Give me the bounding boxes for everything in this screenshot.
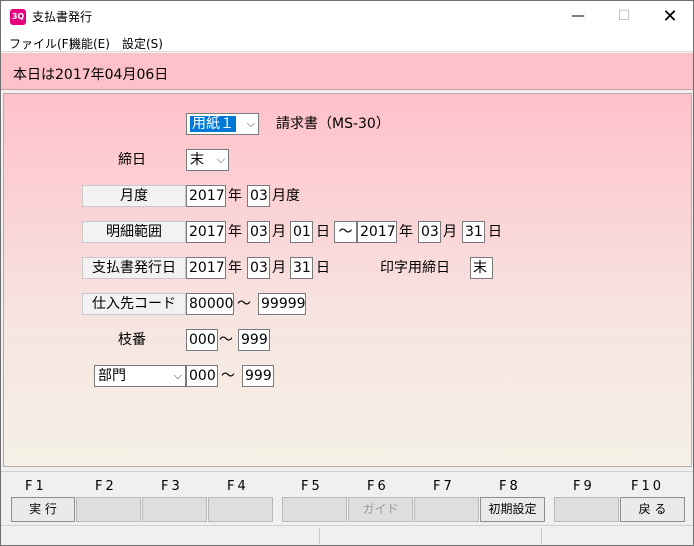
month-char: 月 (443, 224, 457, 240)
year-char: 年 (228, 224, 242, 240)
title-bar: 3Q 支払書発行 — ☐ ✕ (1, 1, 693, 32)
status-separator (541, 528, 542, 544)
status-separator (319, 528, 320, 544)
detail-to-year-input[interactable]: 2017 (357, 221, 397, 243)
f4-button[interactable] (208, 497, 273, 522)
today-bar: 本日は2017年04月06日 (1, 53, 693, 90)
fkey-label-f8: F8 (499, 479, 521, 494)
close-button[interactable]: ✕ (647, 1, 693, 32)
range-tilde: ～ (237, 296, 251, 312)
detail-from-month-input[interactable]: 03 (247, 221, 270, 243)
chevron-down-icon: ⌵ (216, 153, 225, 166)
fkey-label-f10: F10 (631, 479, 665, 494)
year-char: 年 (228, 188, 242, 204)
print-closing-input[interactable]: 末 (470, 257, 493, 279)
closing-day-label: 締日 (118, 152, 146, 168)
detail-range-label: 明細範囲 (82, 221, 186, 243)
detail-from-year-input[interactable]: 2017 (186, 221, 226, 243)
main-form: 用紙１ ⌵ 請求書（MS-30） 締日 末 ⌵ 月度 2017 年 03 月度 … (3, 93, 692, 467)
fkey-label-f4: F4 (227, 479, 249, 494)
day-char: 日 (316, 260, 330, 276)
month-year-input[interactable]: 2017 (186, 185, 226, 207)
chevron-down-icon: ⌵ (173, 369, 182, 382)
fkey-label-f1: F1 (25, 479, 47, 494)
menu-bar: ファイル(F) 機能(E) 設定(S) (1, 32, 693, 52)
app-window: 3Q 支払書発行 — ☐ ✕ ファイル(F) 機能(E) 設定(S) 本日は20… (0, 0, 694, 546)
branch-to-input[interactable]: 999 (238, 329, 270, 351)
closing-day-select[interactable]: 末 ⌵ (186, 149, 229, 171)
menu-settings[interactable]: 設定(S) (122, 35, 163, 52)
range-tilde: ～ (221, 368, 235, 384)
menu-function[interactable]: 機能(E) (69, 35, 110, 52)
f5-button[interactable] (282, 497, 347, 522)
supplier-to-input[interactable]: 99999 (258, 293, 306, 315)
f3-button[interactable] (142, 497, 207, 522)
issue-date-label: 支払書発行日 (82, 257, 186, 279)
month-month-input[interactable]: 03 (247, 185, 270, 207)
month-label: 月度 (82, 185, 186, 207)
app-icon: 3Q (10, 9, 26, 25)
month-char: 月 (272, 224, 286, 240)
fkey-label-f5: F5 (301, 479, 323, 494)
f8-initial-settings-button[interactable]: 初期設定 (480, 497, 545, 522)
range-tilde: ～ (334, 221, 357, 243)
department-from-input[interactable]: 000 (186, 365, 218, 387)
year-char: 年 (228, 260, 242, 276)
f9-button[interactable] (554, 497, 619, 522)
menu-file[interactable]: ファイル(F) (9, 35, 73, 52)
today-text: 本日は2017年04月06日 (13, 67, 169, 83)
issue-year-input[interactable]: 2017 (186, 257, 226, 279)
fkey-label-f6: F6 (367, 479, 389, 494)
branch-from-input[interactable]: 000 (186, 329, 218, 351)
branch-label: 枝番 (118, 332, 146, 348)
supplier-from-input[interactable]: 80000 (186, 293, 234, 315)
month-char: 月 (272, 260, 286, 276)
department-select[interactable]: 部門 ⌵ (94, 365, 186, 387)
range-tilde: ～ (219, 332, 233, 348)
maximize-button[interactable]: ☐ (601, 1, 647, 32)
f6-guide-button[interactable]: ガイド (348, 497, 413, 522)
supplier-code-label: 仕入先コード (82, 293, 186, 315)
f7-button[interactable] (414, 497, 479, 522)
issue-month-input[interactable]: 03 (247, 257, 270, 279)
chevron-down-icon: ⌵ (246, 117, 255, 130)
paper-select[interactable]: 用紙１ ⌵ (186, 113, 259, 135)
day-char: 日 (316, 224, 330, 240)
detail-to-month-input[interactable]: 03 (418, 221, 441, 243)
fkey-label-f2: F2 (95, 479, 117, 494)
month-suffix: 月度 (272, 188, 300, 204)
f2-button[interactable] (76, 497, 141, 522)
f1-execute-button[interactable]: 実 行 (11, 497, 75, 522)
function-key-bar: F1 F2 F3 F4 F5 F6 F7 F8 F9 F10 実 行 ガイド 初… (1, 471, 693, 525)
paper-select-value: 用紙１ (190, 116, 236, 132)
issue-day-input[interactable]: 31 (290, 257, 313, 279)
detail-from-day-input[interactable]: 01 (290, 221, 313, 243)
status-bar (1, 525, 693, 545)
paper-description: 請求書（MS-30） (276, 116, 390, 132)
day-char: 日 (488, 224, 502, 240)
window-title: 支払書発行 (32, 10, 93, 24)
f10-back-button[interactable]: 戻 る (620, 497, 685, 522)
fkey-label-f7: F7 (433, 479, 455, 494)
print-closing-label: 印字用締日 (380, 260, 450, 276)
fkey-label-f9: F9 (573, 479, 595, 494)
fkey-label-f3: F3 (161, 479, 183, 494)
closing-day-value: 末 (190, 152, 204, 168)
department-select-value: 部門 (98, 368, 126, 384)
department-to-input[interactable]: 999 (242, 365, 274, 387)
detail-to-day-input[interactable]: 31 (462, 221, 485, 243)
minimize-button[interactable]: — (555, 1, 601, 32)
year-char: 年 (399, 224, 413, 240)
